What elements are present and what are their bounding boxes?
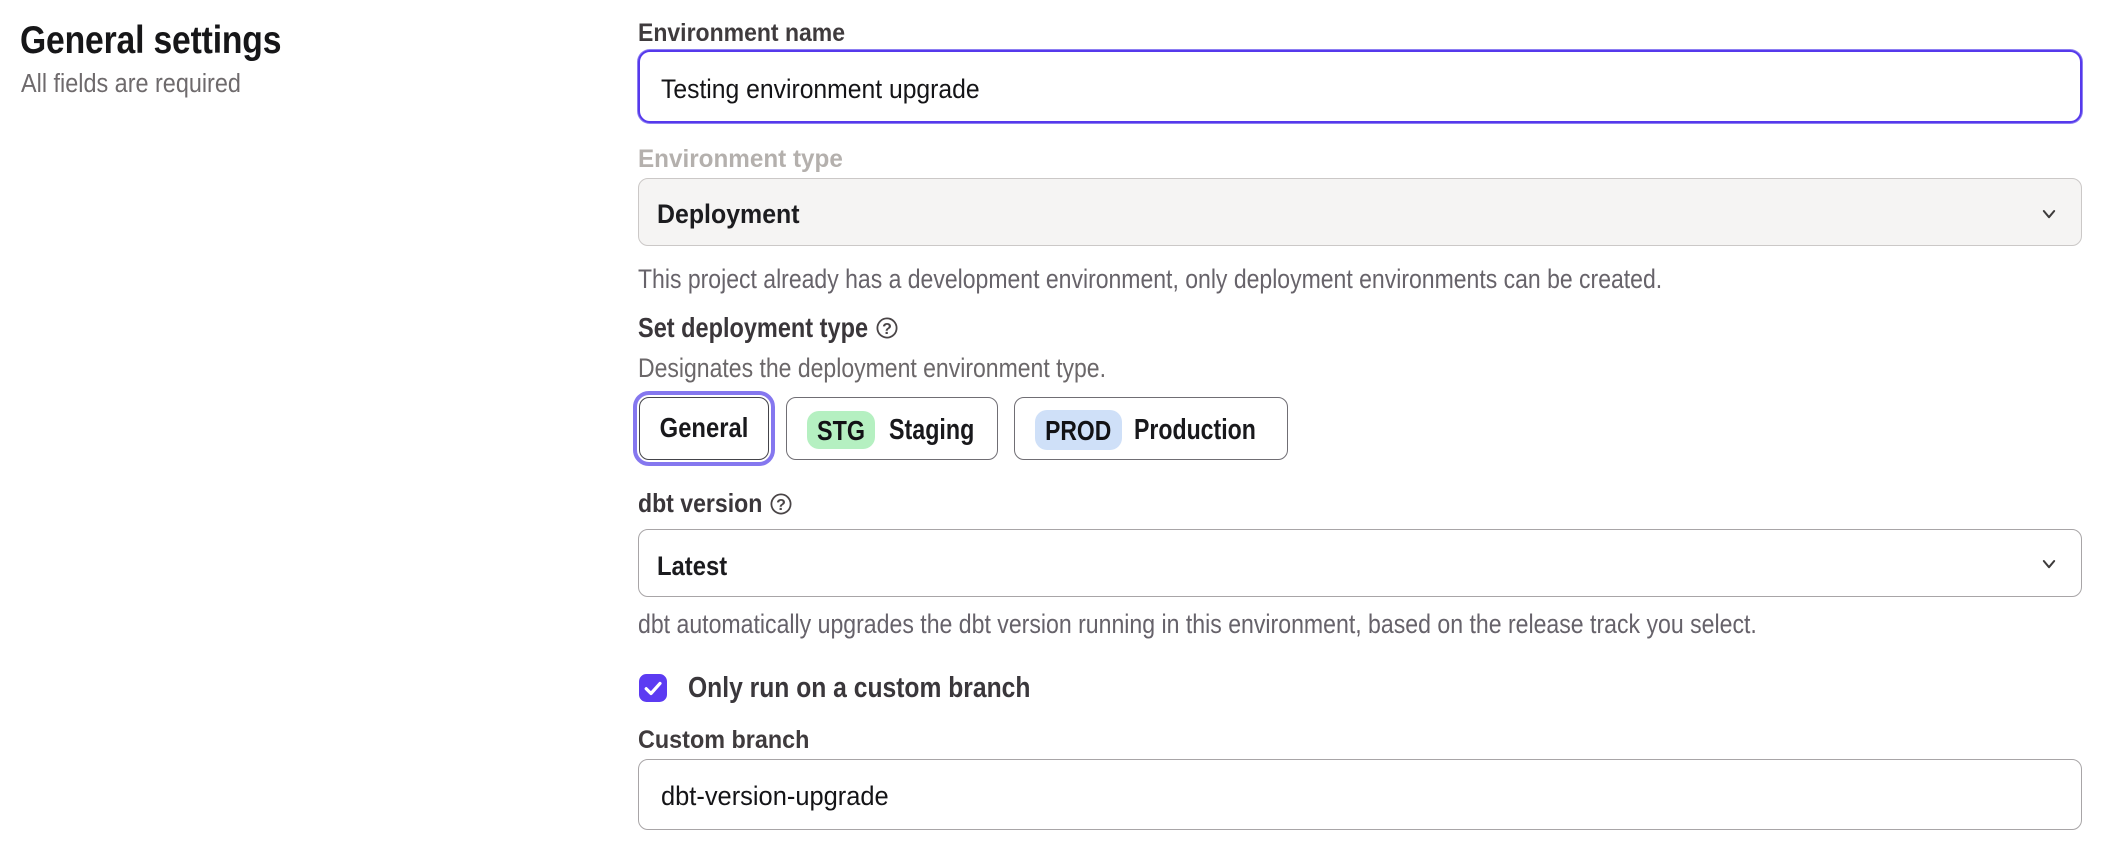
svg-text:?: ? (882, 320, 892, 337)
svg-text:?: ? (776, 496, 786, 513)
